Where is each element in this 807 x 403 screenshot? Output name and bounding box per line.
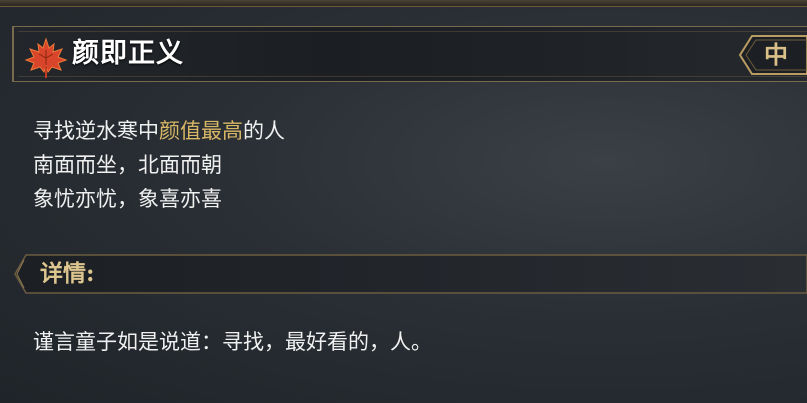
quest-description: 寻找逆水寒中颜值最高的人 南面而坐，北面而朝 象忧亦忧，象喜亦喜	[33, 114, 285, 216]
detail-label: 详情:	[40, 260, 95, 287]
difficulty-badge: 中	[764, 40, 788, 69]
maple-leaf-icon	[24, 37, 68, 78]
description-line-1: 寻找逆水寒中颜值最高的人	[33, 119, 285, 143]
top-frame-edge	[0, 0, 807, 7]
highlight-text: 颜值最高	[159, 119, 243, 143]
description-line-3: 象忧亦忧，象喜亦喜	[33, 187, 222, 211]
description-line-2: 南面而坐，北面而朝	[33, 153, 222, 177]
quest-title: 颜即正义	[72, 38, 184, 69]
detail-text: 谨言童子如是说道：寻找，最好看的，人。	[33, 330, 432, 354]
detail-header-bar	[14, 254, 807, 294]
